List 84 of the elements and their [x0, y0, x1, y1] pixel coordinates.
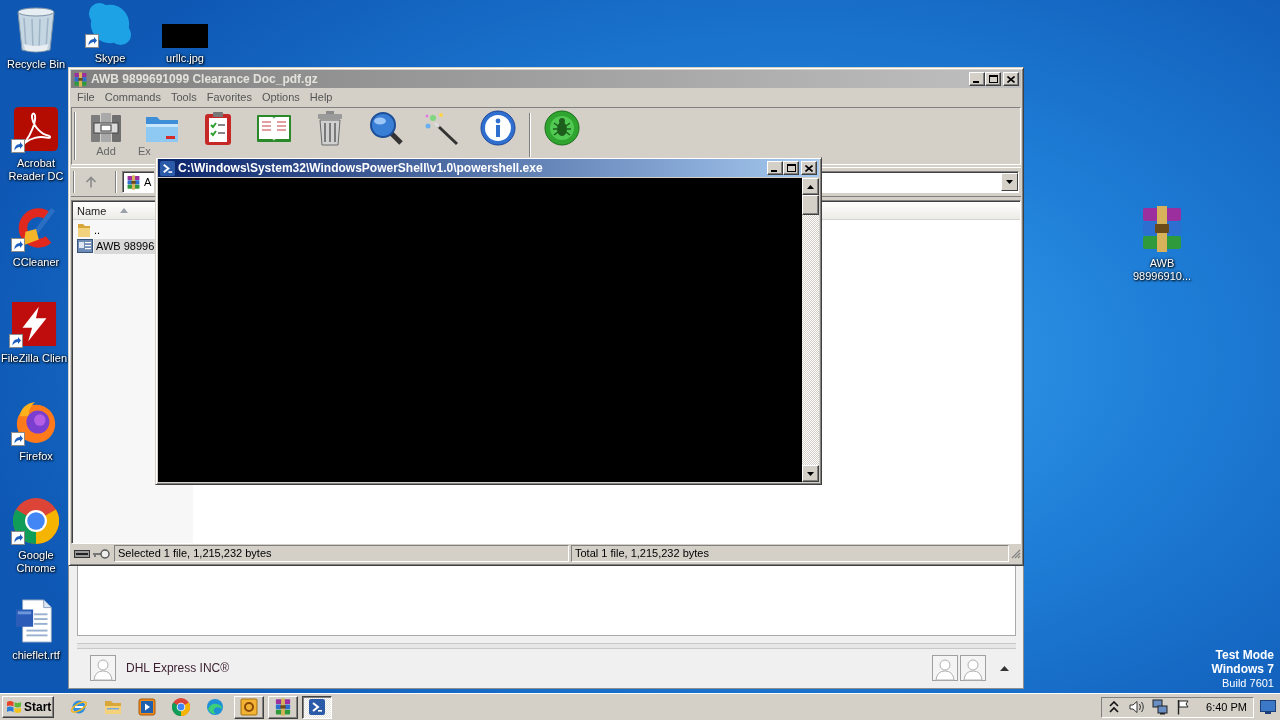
info-icon[interactable]	[480, 110, 516, 146]
flag-logo-icon	[6, 700, 22, 714]
close-button[interactable]	[801, 161, 817, 175]
desktop-icon-label[interactable]: Acrobat Reader DC	[2, 157, 70, 183]
image-thumbnail-icon[interactable]	[162, 24, 208, 48]
clock[interactable]: 6:40 PM	[1206, 701, 1247, 713]
key-icon	[92, 548, 110, 559]
file-name[interactable]: ..	[92, 222, 103, 238]
maximize-icon	[786, 164, 796, 172]
maximize-icon	[988, 75, 998, 83]
file-name[interactable]: AWB 98996	[94, 238, 157, 254]
notice-text: Test Mode	[1215, 648, 1274, 662]
ring-logo-icon[interactable]	[13, 498, 59, 544]
address-field[interactable]: A	[122, 171, 154, 193]
toolbar-button[interactable]: Ex	[134, 109, 190, 157]
desktop-icon-label[interactable]: Recycle Bin	[6, 58, 66, 71]
desktop-icon-label[interactable]: Google Chrome	[2, 549, 70, 575]
document-logo-icon[interactable]	[13, 106, 59, 152]
window-title: AWB 9899691099 Clearance Doc_pdf.gz	[91, 72, 318, 86]
desktop-icon-label[interactable]: AWB 98996910...	[1125, 257, 1199, 283]
desktop-icon-label[interactable]: urllc.jpg	[166, 52, 204, 65]
globe-ring-icon[interactable]	[70, 698, 88, 716]
notice-text: Build 7601	[1222, 676, 1274, 690]
speaker-icon[interactable]	[1129, 699, 1146, 715]
menu-item[interactable]: Favorites	[201, 91, 257, 103]
desktop-icon-label[interactable]: FileZilla Clien	[1, 352, 67, 365]
maximize-button[interactable]	[985, 72, 1001, 86]
window-title: C:\Windows\System32\WindowsPowerShell\v1.0\powershell.exe	[178, 161, 543, 175]
scrollbar-thumb[interactable]	[802, 195, 819, 215]
close-button[interactable]	[1003, 72, 1019, 86]
scroll-down-button[interactable]	[802, 465, 819, 482]
stacked-books-icon	[274, 698, 292, 716]
status-text: Total 1 file, 1,215,232 bytes	[571, 545, 1009, 562]
close-icon	[805, 164, 813, 172]
chevron-up-icon[interactable]	[1109, 701, 1120, 713]
start-button[interactable]: Start	[2, 696, 54, 718]
close-icon	[1007, 75, 1015, 83]
menu-item[interactable]: File	[72, 91, 100, 103]
maximize-button[interactable]	[783, 161, 799, 175]
network-icon[interactable]	[1152, 699, 1169, 715]
drive-icon	[74, 549, 90, 558]
flag-icon[interactable]	[1176, 699, 1191, 715]
toolbar-button[interactable]: Add	[78, 109, 134, 157]
taskbar-button[interactable]	[302, 695, 332, 719]
sender-name: DHL Express INC®	[126, 661, 230, 675]
prompt-icon	[160, 160, 175, 176]
caret-down-icon	[807, 471, 814, 476]
person-silhouette-icon	[90, 655, 116, 681]
show-desktop-icon[interactable]	[1260, 700, 1276, 714]
notice-text: Windows 7	[1211, 662, 1274, 676]
minimize-button[interactable]	[767, 161, 783, 175]
minimize-button[interactable]	[969, 72, 985, 86]
menu-item[interactable]: Commands	[99, 91, 166, 103]
desktop-icon-label[interactable]: Skype	[94, 52, 126, 65]
stacked-books-icon	[73, 71, 88, 87]
prompt-icon	[309, 699, 325, 715]
person-silhouette-icon[interactable]	[932, 655, 958, 681]
menu-item[interactable]: Options	[256, 91, 305, 103]
resize-grip-icon[interactable]	[1011, 548, 1021, 559]
scroll-up-button[interactable]	[802, 178, 819, 195]
stacked-books-icon	[126, 174, 141, 190]
desktop-icon-label[interactable]: Firefox	[19, 450, 53, 463]
dropdown-button[interactable]	[1001, 173, 1018, 191]
lightning-tile-icon[interactable]	[11, 301, 57, 347]
app-logo-icon[interactable]	[87, 1, 133, 47]
ring-logo-icon[interactable]	[172, 698, 190, 716]
desktop-icon-label[interactable]: CCleaner	[12, 256, 60, 269]
play-tile-icon[interactable]	[138, 698, 156, 716]
caret-up-icon	[807, 184, 814, 189]
bug-badge-icon[interactable]	[544, 110, 580, 146]
menu-item[interactable]: Tools	[166, 91, 202, 103]
person-silhouette-icon[interactable]	[960, 655, 986, 681]
caret-up-icon[interactable]	[999, 665, 1009, 671]
desktop-icon-label[interactable]: chieflet.rtf	[12, 649, 60, 662]
folder-icon	[77, 222, 91, 238]
recycle-bin-icon[interactable]	[14, 6, 58, 54]
file-icon	[77, 239, 93, 253]
status-text: Selected 1 file, 1,215,232 bytes	[114, 545, 569, 562]
address-field[interactable]	[822, 171, 1019, 193]
menu-item[interactable]: Help	[304, 91, 338, 103]
magic-wand-icon[interactable]	[424, 110, 460, 146]
caret-down-icon	[1006, 180, 1013, 184]
ring-tile-icon	[240, 698, 258, 716]
search-icon[interactable]	[368, 110, 404, 146]
